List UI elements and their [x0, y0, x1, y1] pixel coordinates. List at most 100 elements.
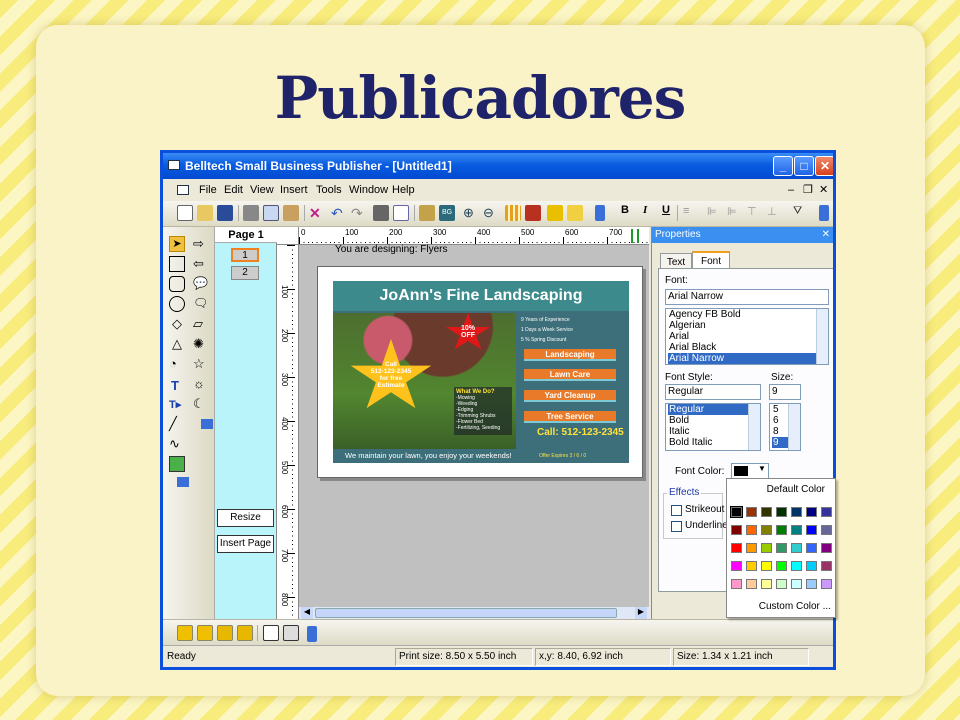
- menu-help[interactable]: Help: [392, 179, 415, 201]
- service-label[interactable]: Yard Cleanup: [524, 390, 616, 402]
- color-swatch[interactable]: [731, 543, 742, 553]
- new-icon[interactable]: [177, 205, 193, 221]
- font-list-item[interactable]: Arial Black: [668, 342, 828, 353]
- text-art-icon[interactable]: T▸: [169, 398, 185, 414]
- style-list-item[interactable]: Bold Italic: [668, 437, 760, 448]
- page-thumb-1[interactable]: 1: [231, 248, 259, 262]
- maximize-button[interactable]: □: [794, 156, 814, 176]
- color-swatch[interactable]: [730, 506, 743, 518]
- parallelogram-icon[interactable]: ▱: [193, 316, 209, 332]
- italic-button[interactable]: I: [643, 204, 647, 216]
- color-swatch[interactable]: [776, 543, 787, 553]
- color-swatch[interactable]: [761, 543, 772, 553]
- color-swatch[interactable]: [761, 525, 772, 535]
- color-swatch[interactable]: [821, 507, 832, 517]
- diamond-icon[interactable]: ◇: [169, 316, 185, 332]
- color-swatch[interactable]: [806, 579, 817, 589]
- color-swatch[interactable]: [776, 525, 787, 535]
- font-list[interactable]: Agency FB Bold Algerian Arial Arial Blac…: [665, 308, 829, 365]
- delete-icon[interactable]: ✕: [309, 205, 325, 221]
- color-swatch[interactable]: [821, 543, 832, 553]
- tab-font[interactable]: Font: [692, 251, 730, 269]
- print-preview-icon[interactable]: [393, 205, 409, 221]
- arrow-right-shape-icon[interactable]: ⇨: [193, 236, 209, 252]
- style-list-scrollbar[interactable]: [748, 404, 760, 450]
- rectangle-icon[interactable]: [169, 256, 185, 272]
- flyer[interactable]: JoAnn's Fine Landscaping 10% OFF Call 51…: [333, 281, 629, 463]
- spacing-icon[interactable]: ≡: [683, 205, 699, 221]
- print-icon[interactable]: [373, 205, 389, 221]
- color-swatch[interactable]: [791, 507, 802, 517]
- font-name-input[interactable]: Arial Narrow: [665, 289, 829, 305]
- default-color-option[interactable]: Default Color: [727, 484, 837, 495]
- color-swatch[interactable]: [821, 525, 832, 535]
- properties-close-icon[interactable]: ✕: [822, 227, 830, 243]
- color-swatch[interactable]: [761, 579, 772, 589]
- menu-insert[interactable]: Insert: [280, 179, 308, 201]
- zoom-out-icon[interactable]: ⊖: [483, 205, 499, 221]
- color-fill-icon[interactable]: ⛛: [793, 205, 809, 221]
- moon-icon[interactable]: ☾: [193, 396, 209, 412]
- service-label[interactable]: Lawn Care: [524, 369, 616, 381]
- burst-icon[interactable]: ✺: [193, 336, 209, 352]
- line-icon[interactable]: ╱: [169, 416, 185, 432]
- font-list-item[interactable]: Agency FB Bold: [668, 309, 828, 320]
- color-swatch[interactable]: [746, 543, 757, 553]
- design-canvas[interactable]: 0 100 200 300 400 500 600 700 100 200 30…: [277, 227, 649, 619]
- ellipse-icon[interactable]: [169, 296, 185, 312]
- color-swatch[interactable]: [776, 579, 787, 589]
- color-swatch[interactable]: [761, 561, 772, 571]
- rounded-rectangle-icon[interactable]: [169, 276, 185, 292]
- font-style-list[interactable]: Regular Bold Italic Bold Italic: [665, 403, 761, 451]
- underline-checkbox[interactable]: [671, 521, 682, 532]
- font-list-item[interactable]: Algerian: [668, 320, 828, 331]
- star-icon[interactable]: ☆: [193, 356, 209, 372]
- flyer-title[interactable]: JoAnn's Fine Landscaping: [333, 281, 629, 311]
- menu-view[interactable]: View: [250, 179, 274, 201]
- grid-icon[interactable]: [505, 205, 521, 221]
- scroll-left-icon[interactable]: ◀: [301, 607, 313, 619]
- color-swatch[interactable]: [821, 561, 832, 571]
- curve-icon[interactable]: ∿: [169, 436, 185, 452]
- align-bottom-icon[interactable]: ⊥: [767, 205, 783, 221]
- color-swatch[interactable]: [746, 507, 757, 517]
- mdi-minimize-icon[interactable]: –: [788, 179, 794, 201]
- page-thumb-2[interactable]: 2: [231, 266, 259, 280]
- paste-icon[interactable]: [283, 205, 299, 221]
- sun-icon[interactable]: ☼: [193, 376, 209, 392]
- undo-icon[interactable]: ↶: [331, 205, 347, 221]
- mdi-restore-icon[interactable]: ❐: [803, 179, 813, 201]
- minimize-button[interactable]: _: [773, 156, 793, 176]
- copy-icon[interactable]: [263, 205, 279, 221]
- resize-button[interactable]: Resize: [217, 509, 274, 527]
- font-list-scrollbar[interactable]: [816, 309, 828, 364]
- color-swatch[interactable]: [731, 579, 742, 589]
- strikeout-checkbox[interactable]: [671, 505, 682, 516]
- insert-page-button[interactable]: Insert Page: [217, 535, 274, 553]
- custom-color-option[interactable]: Custom Color ...: [727, 601, 837, 612]
- flyer-phone[interactable]: Call: 512-123-2345: [537, 427, 624, 438]
- drawing-overflow-icon[interactable]: [177, 477, 189, 487]
- color-swatch[interactable]: [791, 543, 802, 553]
- send-back-icon[interactable]: [283, 625, 299, 641]
- save-icon[interactable]: [217, 205, 233, 221]
- font-list-item[interactable]: Arial Narrow: [668, 353, 828, 364]
- bold-button[interactable]: B: [621, 204, 629, 216]
- arc-icon[interactable]: ◔: [169, 356, 185, 372]
- color-swatch[interactable]: [761, 507, 772, 517]
- color-swatch[interactable]: [806, 543, 817, 553]
- window-titlebar[interactable]: Belltech Small Business Publisher - [Unt…: [163, 153, 833, 179]
- shape-overflow-icon[interactable]: [201, 419, 213, 429]
- toolbar-overflow-icon[interactable]: [595, 205, 605, 221]
- menu-window[interactable]: Window: [349, 179, 388, 201]
- align-right-icon[interactable]: ⊫: [727, 205, 743, 221]
- font-list-item[interactable]: Arial: [668, 331, 828, 342]
- callout-icon[interactable]: 💬: [193, 276, 209, 292]
- color-swatch[interactable]: [776, 507, 787, 517]
- color-swatch[interactable]: [746, 561, 757, 571]
- services-box[interactable]: What We Do? -Mowing -Weeding -Edging -Tr…: [454, 387, 512, 435]
- open-icon[interactable]: [197, 205, 213, 221]
- color-swatch[interactable]: [731, 561, 742, 571]
- color-swatch[interactable]: [791, 525, 802, 535]
- lock-icon[interactable]: [547, 205, 563, 221]
